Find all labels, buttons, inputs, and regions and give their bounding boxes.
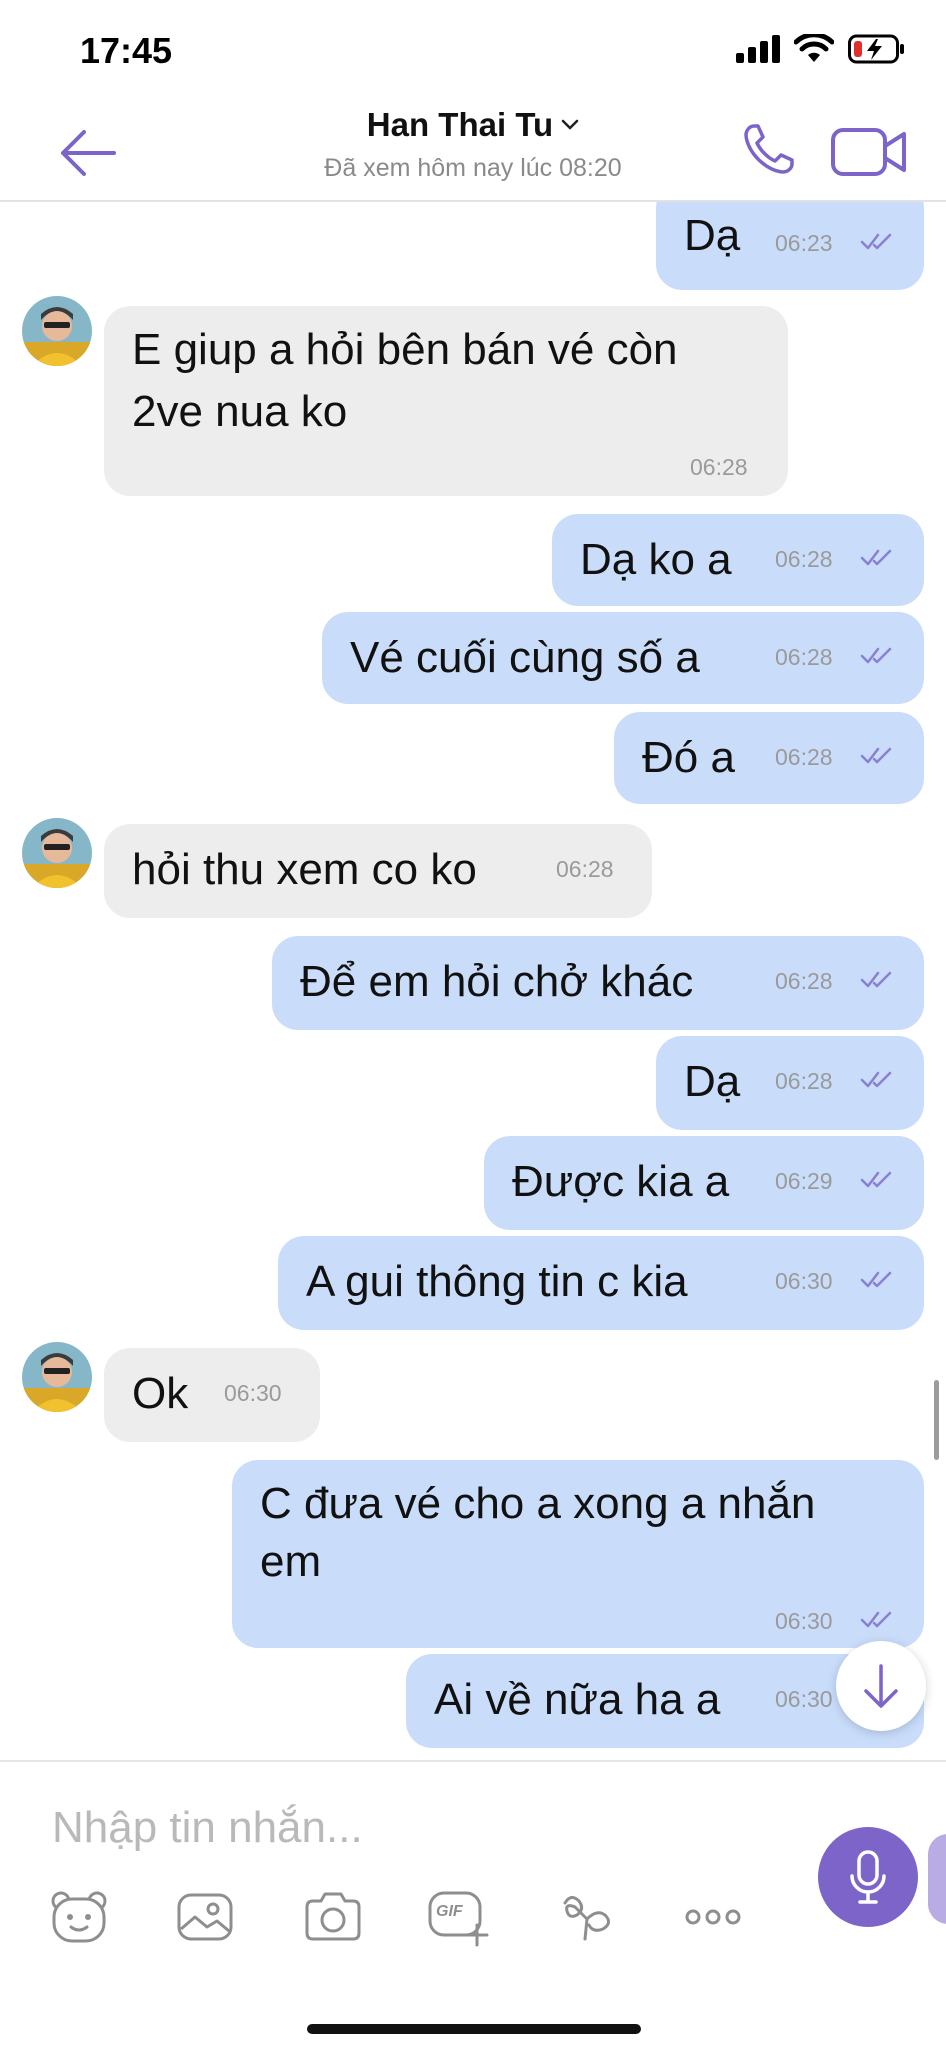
read-checkmarks-icon xyxy=(860,1611,892,1628)
video-camera-icon xyxy=(831,128,906,176)
camera-button[interactable] xyxy=(298,1882,368,1952)
message-list[interactable]: Dạ 06:23 E giup a hỏi bên bán vé còn 2ve… xyxy=(0,202,946,1760)
gallery-button[interactable] xyxy=(170,1882,240,1952)
composer-toolbar: GIF xyxy=(0,1882,800,1972)
message-text: A gui thông tin c kia xyxy=(306,1257,688,1306)
message-text: Dạ xyxy=(684,211,741,260)
message-time: 06:28 xyxy=(775,1068,833,1094)
gif-label: GIF xyxy=(436,1903,463,1920)
gallery-icon xyxy=(177,1893,233,1941)
chat-header: Han Thai Tu Đã xem hôm nay lúc 08:20 xyxy=(0,100,946,202)
video-call-button[interactable] xyxy=(830,124,910,180)
message-bubble-outgoing[interactable]: A gui thông tin c kia 06:30 xyxy=(278,1236,924,1330)
status-bar: 17:45 xyxy=(0,0,946,100)
message-text: Được kia a xyxy=(512,1157,730,1206)
battery-low-charging-icon xyxy=(848,34,904,64)
read-checkmarks-icon xyxy=(860,747,892,764)
contact-avatar[interactable] xyxy=(22,1342,92,1412)
arrow-down-icon xyxy=(864,1664,898,1708)
contact-name-row[interactable]: Han Thai Tu xyxy=(367,106,579,144)
more-options-button[interactable] xyxy=(678,1882,748,1952)
message-bubble-incoming[interactable]: Ok 06:30 xyxy=(104,1348,320,1442)
message-text-line: 2ve nua ko xyxy=(132,387,348,436)
message-text: hỏi thu xem co ko xyxy=(132,845,477,894)
voice-message-button[interactable] xyxy=(818,1827,918,1927)
sticker-button[interactable] xyxy=(44,1882,114,1952)
avatar-image xyxy=(22,818,92,888)
message-time: 06:30 xyxy=(224,1380,282,1406)
home-indicator[interactable] xyxy=(307,2024,641,2034)
message-bubble-outgoing[interactable]: Dạ ko a 06:28 xyxy=(552,514,924,606)
status-time: 17:45 xyxy=(80,30,173,71)
message-time: 06:28 xyxy=(775,744,833,770)
message-composer: GIF xyxy=(0,1760,946,2048)
read-checkmarks-icon xyxy=(860,1271,892,1288)
phone-icon xyxy=(744,124,794,174)
message-time: 06:23 xyxy=(775,230,833,256)
message-text-line: C đưa vé cho a xong a nhắn xyxy=(260,1479,816,1528)
message-time: 06:29 xyxy=(775,1168,833,1194)
scroll-indicator[interactable] xyxy=(934,1380,939,1460)
read-checkmarks-icon xyxy=(860,233,892,250)
contact-info[interactable]: Han Thai Tu Đã xem hôm nay lúc 08:20 xyxy=(0,106,946,183)
message-bubble-outgoing[interactable]: Để em hỏi chở khác 06:28 xyxy=(272,936,924,1030)
contact-name: Han Thai Tu xyxy=(366,106,554,143)
microphone-icon xyxy=(850,1850,886,1904)
message-text: Vé cuối cùng số a xyxy=(350,633,700,682)
message-text: Dạ xyxy=(684,1057,741,1106)
scroll-to-bottom-button[interactable] xyxy=(836,1641,926,1731)
message-input[interactable] xyxy=(52,1792,752,1864)
message-bubble-incoming[interactable]: E giup a hỏi bên bán vé còn 2ve nua ko 0… xyxy=(104,306,788,496)
avatar-image xyxy=(22,1342,92,1412)
message-bubble-outgoing[interactable]: Vé cuối cùng số a 06:28 xyxy=(322,612,924,704)
status-icons xyxy=(736,34,906,64)
message-bubble-incoming[interactable]: hỏi thu xem co ko 06:28 xyxy=(104,824,652,918)
read-checkmarks-icon xyxy=(860,1071,892,1088)
message-time: 06:30 xyxy=(775,1608,833,1634)
avatar-image xyxy=(22,296,92,366)
message-bubble-outgoing[interactable]: Đó a 06:28 xyxy=(614,712,924,804)
gif-button[interactable]: GIF xyxy=(424,1882,494,1952)
sticker-icon xyxy=(51,1891,107,1943)
message-text: Đó a xyxy=(642,733,735,782)
message-time: 06:28 xyxy=(690,454,748,480)
message-bubble-outgoing[interactable]: Được kia a 06:29 xyxy=(484,1136,924,1230)
message-text: Dạ ko a xyxy=(580,535,732,584)
chevron-down-icon xyxy=(561,119,579,130)
read-checkmarks-icon xyxy=(860,971,892,988)
read-checkmarks-icon xyxy=(860,549,892,566)
message-text-line: E giup a hỏi bên bán vé còn xyxy=(132,325,678,374)
message-time: 06:30 xyxy=(775,1686,833,1712)
message-time: 06:28 xyxy=(556,856,614,882)
signal-icon xyxy=(736,35,780,63)
message-text-line: em xyxy=(260,1537,322,1586)
doodle-icon xyxy=(563,1896,610,1941)
message-time: 06:28 xyxy=(775,968,833,994)
message-text: Để em hỏi chở khác xyxy=(300,957,694,1006)
read-checkmarks-icon xyxy=(860,647,892,664)
message-bubble-outgoing[interactable]: Dạ 06:23 xyxy=(656,202,924,290)
doodle-button[interactable] xyxy=(552,1882,622,1952)
contact-avatar[interactable] xyxy=(22,296,92,366)
message-bubble-outgoing[interactable]: C đưa vé cho a xong a nhắn em 06:30 xyxy=(232,1460,924,1648)
message-time: 06:28 xyxy=(775,546,833,572)
message-time: 06:30 xyxy=(775,1268,833,1294)
message-text: Ai về nữa ha a xyxy=(434,1675,721,1724)
message-time: 06:28 xyxy=(775,644,833,670)
camera-icon xyxy=(305,1892,361,1941)
message-bubble-outgoing[interactable]: Dạ 06:28 xyxy=(656,1036,924,1130)
read-checkmarks-icon xyxy=(860,1171,892,1188)
secondary-action-button[interactable] xyxy=(928,1834,946,1924)
message-text: Ok xyxy=(132,1369,189,1418)
wifi-icon xyxy=(794,34,834,62)
contact-avatar[interactable] xyxy=(22,818,92,888)
more-icon xyxy=(685,1909,741,1925)
last-seen-status: Đã xem hôm nay lúc 08:20 xyxy=(324,154,622,182)
voice-call-button[interactable] xyxy=(740,122,796,178)
